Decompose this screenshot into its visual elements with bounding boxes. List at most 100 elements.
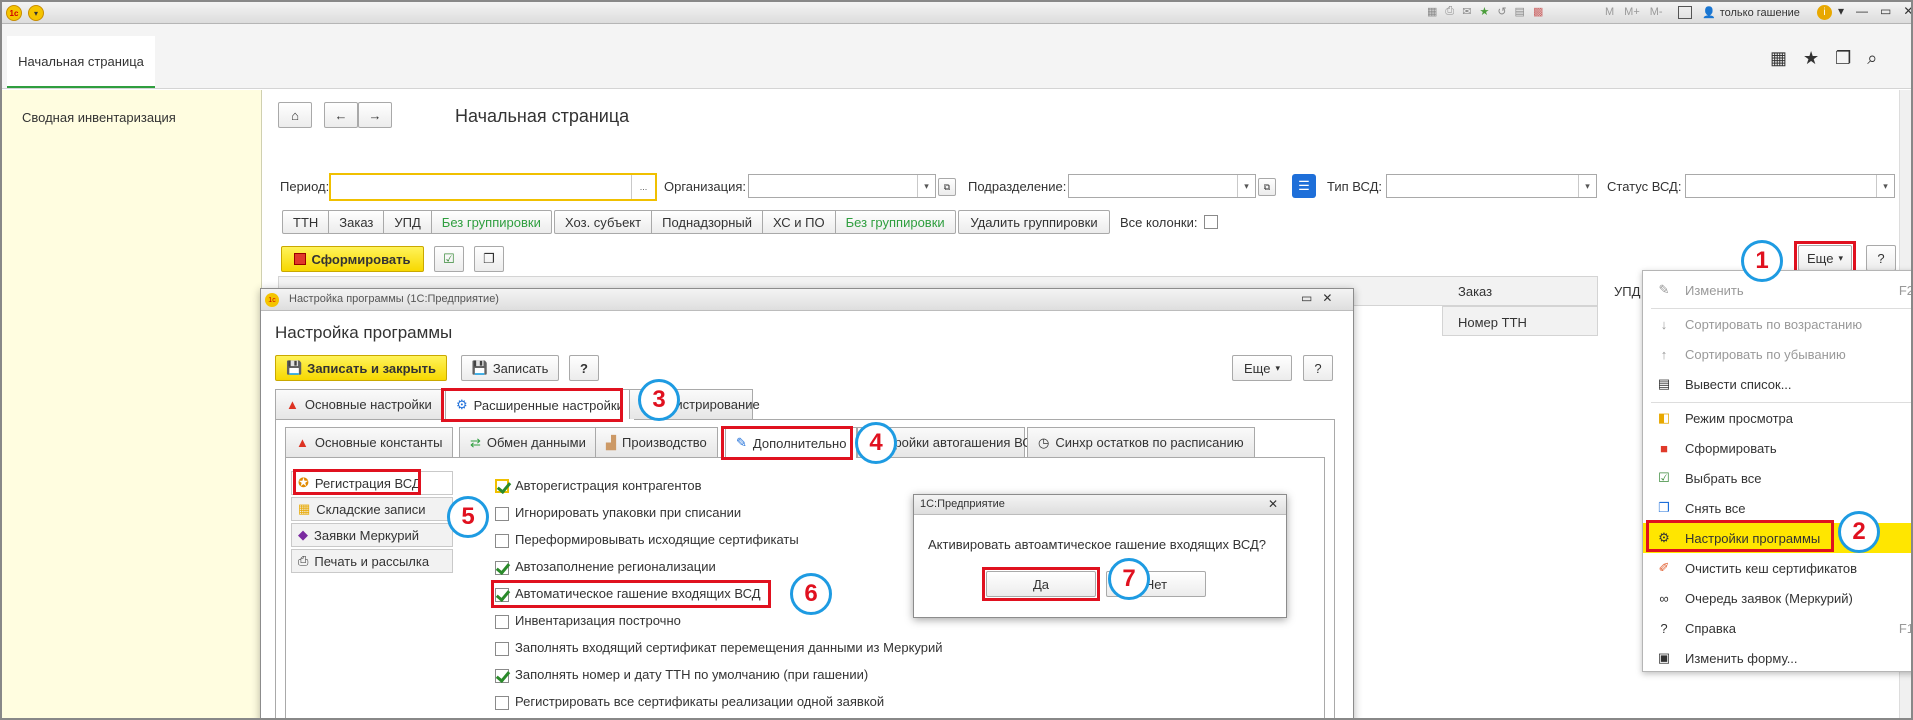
- group-none-button[interactable]: Без группировки: [432, 211, 551, 233]
- menu-item-edit[interactable]: ✎ Изменить F2: [1643, 275, 1911, 305]
- menu-item-select-all[interactable]: ☑ Выбрать все: [1643, 463, 1911, 493]
- period-select-button[interactable]: ...: [631, 175, 655, 199]
- chevron-down-icon[interactable]: ▾: [917, 175, 935, 197]
- vsd-status-input[interactable]: ▾: [1685, 174, 1895, 198]
- generate-button[interactable]: Сформировать: [281, 246, 424, 272]
- tab-production[interactable]: ▟ Производство: [595, 427, 718, 457]
- dialog-more-button[interactable]: Еще ▾: [1232, 355, 1292, 381]
- department-open-button[interactable]: ⧉: [1258, 178, 1276, 196]
- column-ttn-number[interactable]: Номер ТТН: [1458, 315, 1527, 330]
- group-subject-none-button[interactable]: Без группировки: [836, 211, 955, 233]
- option-checkbox-7[interactable]: [495, 642, 509, 656]
- option-checkbox-9[interactable]: [495, 696, 509, 710]
- tab-basic-settings[interactable]: ▲ Основные настройки: [275, 389, 443, 419]
- dialog-help-button[interactable]: ?: [569, 355, 599, 381]
- menu-item-clear-cert-cache[interactable]: ✐ Очистить кеш сертификатов: [1643, 553, 1911, 583]
- dialog-window-controls[interactable]: ▭ ✕: [1301, 291, 1332, 305]
- menu-item-sort-asc[interactable]: ↓ Сортировать по возрастанию: [1643, 309, 1911, 339]
- tab-sync-schedule[interactable]: ◷ Синхр остатков по расписанию: [1027, 427, 1255, 457]
- minimize-icon[interactable]: —: [1856, 4, 1868, 18]
- history-icon[interactable]: ↺: [1497, 5, 1506, 21]
- panels-icon[interactable]: [1678, 6, 1692, 19]
- tab-home[interactable]: Начальная страница: [7, 36, 155, 88]
- organization-open-button[interactable]: ⧉: [938, 178, 956, 196]
- delete-groupings-button[interactable]: Удалить группировки: [958, 210, 1110, 234]
- print-icon[interactable]: ⎙: [1445, 5, 1454, 21]
- tab-extended-settings[interactable]: ⚙ Расширенные настройки: [445, 389, 635, 420]
- group-supervised-button[interactable]: Поднадзорный: [652, 211, 764, 233]
- option-checkbox-3[interactable]: [495, 534, 509, 548]
- favorites-star-icon[interactable]: ★: [1803, 48, 1819, 69]
- save-close-button[interactable]: 💾 Записать и закрыть: [275, 355, 447, 381]
- left-item-vsd-registration[interactable]: ✪ Регистрация ВСД: [291, 471, 453, 495]
- chevron-down-icon[interactable]: ▾: [1876, 175, 1894, 197]
- left-item-warehouse-records[interactable]: ▦ Складские записи: [291, 497, 453, 521]
- option-checkbox-8[interactable]: [495, 669, 509, 683]
- dropdown-icon[interactable]: ▾: [1838, 4, 1844, 18]
- m-plus-button[interactable]: M+: [1624, 6, 1640, 18]
- save-button[interactable]: 💾 Записать: [461, 355, 559, 381]
- menu-item-help[interactable]: ? Справка F1: [1643, 613, 1911, 643]
- toolbar-icons[interactable]: ▦ ⎙ ✉ ★ ↺ ▤ ▩: [1427, 5, 1597, 21]
- search-icon[interactable]: ⌕: [1867, 48, 1877, 69]
- list-view-icon[interactable]: ☰: [1292, 174, 1316, 198]
- group-upd-button[interactable]: УПД: [384, 211, 432, 233]
- menu-item-sort-desc[interactable]: ↑ Сортировать по убыванию: [1643, 339, 1911, 369]
- app-logo-icon[interactable]: 1c: [6, 5, 22, 21]
- calc-icon[interactable]: ▤: [1515, 5, 1525, 21]
- home-button[interactable]: ⌂: [278, 102, 312, 128]
- menu-item-output-list[interactable]: ▤ Вывести список...: [1643, 369, 1911, 399]
- group-ttn-button[interactable]: ТТН: [283, 211, 330, 233]
- menu-item-edit-form[interactable]: ▣ Изменить форму...: [1643, 643, 1911, 673]
- sidebar-item-inventory[interactable]: Сводная инвентаризация: [22, 110, 176, 125]
- left-item-print-mailing[interactable]: ⎙ Печать и рассылка: [291, 549, 453, 573]
- maximize-icon[interactable]: ▭: [1880, 4, 1891, 18]
- doc-icon[interactable]: ▦: [1427, 5, 1437, 21]
- m-button[interactable]: M: [1605, 6, 1614, 18]
- dialog-close-icon[interactable]: ✕: [1322, 291, 1332, 305]
- tab-basic-constants[interactable]: ▲ Основные константы: [285, 427, 454, 457]
- calendar-icon[interactable]: ▩: [1533, 5, 1543, 21]
- department-input[interactable]: ▾: [1068, 174, 1256, 198]
- left-item-mercury-requests[interactable]: ◆ Заявки Меркурий: [291, 523, 453, 547]
- select-all-button[interactable]: ☑: [434, 246, 464, 272]
- column-upd[interactable]: УПД: [1614, 284, 1640, 299]
- tab-additional[interactable]: ✎ Дополнительно: [725, 427, 858, 458]
- close-icon[interactable]: ✕: [1903, 4, 1911, 18]
- confirm-close-icon[interactable]: ✕: [1268, 497, 1278, 511]
- m-minus-button[interactable]: M-: [1650, 6, 1663, 18]
- option-checkbox-5[interactable]: [495, 588, 509, 602]
- group-hs-po-button[interactable]: ХС и ПО: [763, 211, 836, 233]
- option-checkbox-1[interactable]: [495, 479, 509, 493]
- user-info[interactable]: 👤 только гашение: [1702, 6, 1800, 20]
- apps-grid-icon[interactable]: ▦: [1770, 48, 1787, 69]
- dialog-help-button-2[interactable]: ?: [1303, 355, 1333, 381]
- dialog-maximize-icon[interactable]: ▭: [1301, 291, 1312, 305]
- help-button[interactable]: ?: [1866, 245, 1896, 271]
- vsd-type-input[interactable]: ▾: [1386, 174, 1597, 198]
- column-order[interactable]: Заказ: [1458, 284, 1492, 299]
- group-subject-button[interactable]: Хоз. субъект: [555, 211, 653, 233]
- main-menu-icon[interactable]: ▾: [28, 5, 44, 21]
- confirm-yes-button[interactable]: Да: [986, 571, 1096, 597]
- forward-button[interactable]: →: [358, 102, 392, 128]
- more-button[interactable]: Еще ▾: [1798, 245, 1852, 271]
- window-controls[interactable]: ▾ — ▭ ✕: [1838, 4, 1911, 18]
- info-icon[interactable]: i: [1817, 5, 1832, 20]
- menu-item-view-mode[interactable]: ◧Режим просмотра▶: [1643, 403, 1911, 433]
- back-button[interactable]: ←: [324, 102, 358, 128]
- chevron-down-icon[interactable]: ▾: [1237, 175, 1255, 197]
- all-columns-checkbox[interactable]: [1204, 215, 1218, 229]
- option-checkbox-6[interactable]: [495, 615, 509, 629]
- deselect-all-button[interactable]: ❐: [474, 246, 504, 272]
- option-checkbox-2[interactable]: [495, 507, 509, 521]
- menu-item-generate[interactable]: ■ Сформировать: [1643, 433, 1911, 463]
- memory-buttons[interactable]: M M+ M-: [1605, 6, 1663, 18]
- chevron-down-icon[interactable]: ▾: [1578, 175, 1596, 197]
- option-checkbox-4[interactable]: [495, 561, 509, 575]
- copy-window-icon[interactable]: ❐: [1835, 48, 1851, 69]
- organization-input[interactable]: ▾: [748, 174, 936, 198]
- mail-icon[interactable]: ✉: [1462, 5, 1471, 21]
- period-input[interactable]: ...: [329, 173, 657, 201]
- tab-data-exchange[interactable]: ⇄ Обмен данными: [459, 427, 597, 457]
